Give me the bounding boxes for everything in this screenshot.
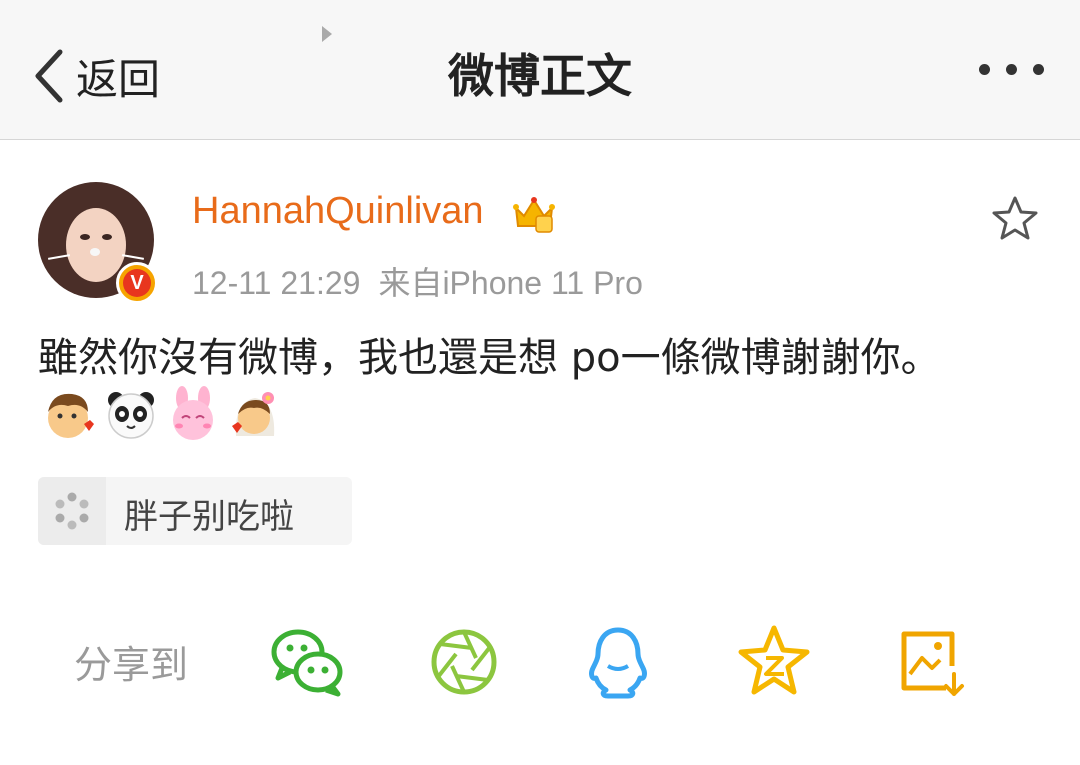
pink-bunny-emoticon — [173, 386, 213, 440]
more-dot — [1006, 64, 1017, 75]
topic-chip[interactable]: 胖子别吃啦 — [38, 477, 352, 545]
share-label: 分享到 — [74, 643, 189, 687]
vip-crown-icon — [513, 197, 555, 233]
qq-icon[interactable] — [578, 622, 658, 702]
post-meta: 12-11 21:29 来自iPhone 11 Pro — [192, 258, 643, 304]
navigation-bar: 返回 微博正文 — [0, 0, 1080, 140]
bride-kiss-emoticon — [232, 392, 275, 436]
post-content: 雖然你沒有微博，我也還是想 po一條微博謝謝你。 — [38, 335, 941, 381]
wechat-icon[interactable] — [268, 622, 348, 702]
save-image-icon[interactable] — [890, 622, 970, 702]
topic-icon-box — [38, 477, 106, 545]
more-dot — [979, 64, 990, 75]
more-options-icon[interactable] — [979, 64, 1044, 75]
favorite-star-icon[interactable] — [990, 194, 1040, 244]
post-time: 12-11 21:29 — [192, 265, 361, 301]
avatar[interactable]: V — [38, 182, 158, 304]
chevron-right-icon — [322, 26, 332, 42]
username[interactable]: HannahQuinlivan — [192, 190, 484, 233]
more-dot — [1033, 64, 1044, 75]
emoticon-row — [42, 386, 282, 442]
verified-badge-icon: V — [116, 262, 158, 304]
panda-emoticon — [108, 392, 154, 439]
page-title: 微博正文 — [448, 49, 632, 103]
qzone-icon[interactable] — [734, 622, 814, 702]
post-source: 来自iPhone 11 Pro — [378, 265, 643, 301]
boy-kiss-emoticon — [48, 393, 94, 438]
loading-spinner-icon — [55, 492, 89, 530]
topic-label: 胖子别吃啦 — [124, 497, 294, 537]
moments-icon[interactable] — [424, 622, 504, 702]
